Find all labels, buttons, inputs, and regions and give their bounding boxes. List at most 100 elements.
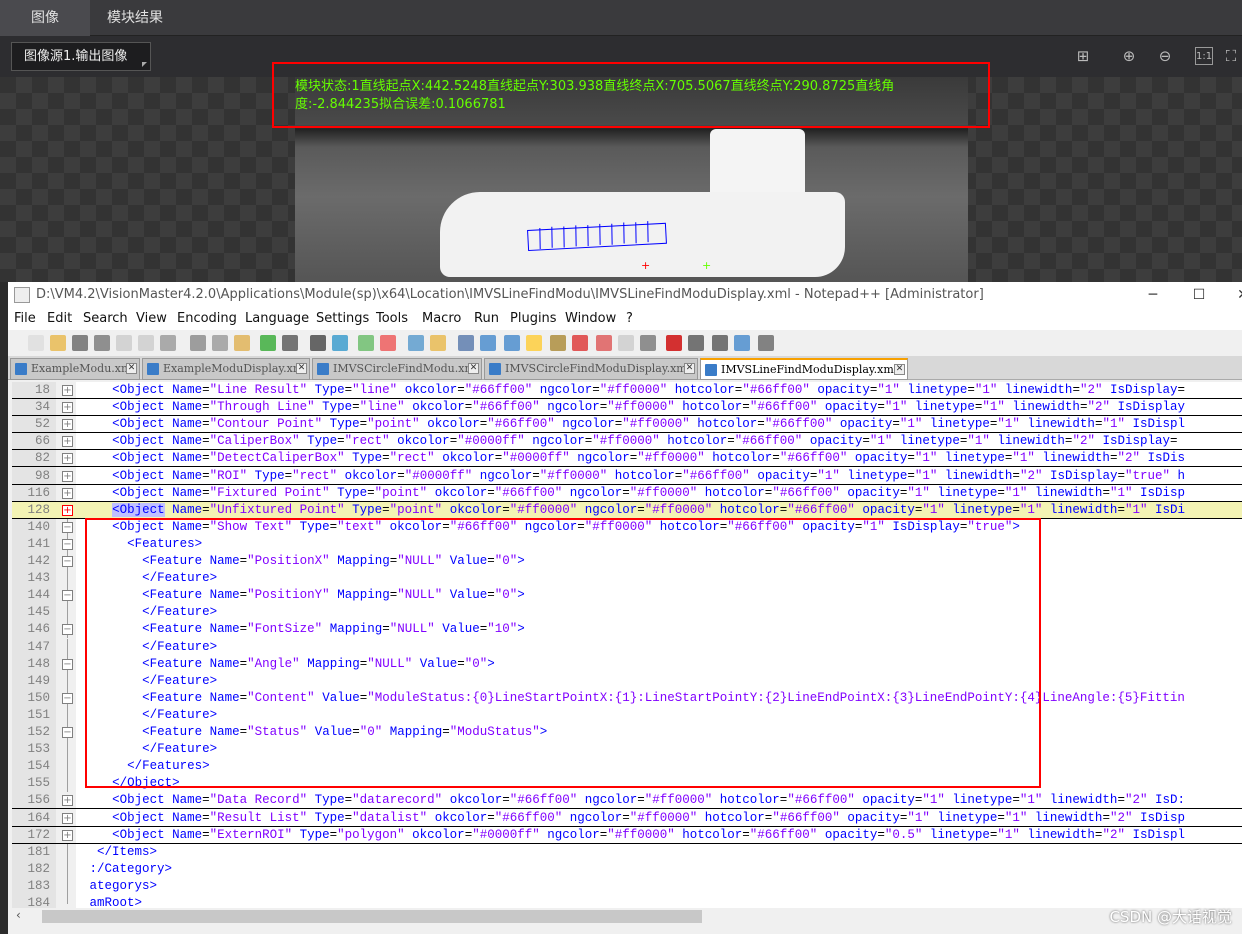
collapse-fold-icon[interactable]: − bbox=[62, 692, 73, 704]
collapse-fold-icon[interactable]: − bbox=[62, 538, 73, 550]
menu-search[interactable]: Search bbox=[83, 308, 128, 330]
file-tab[interactable]: IMVSCircleFindModu.xml ✕ bbox=[312, 358, 482, 380]
expand-fold-icon[interactable]: + bbox=[62, 453, 73, 465]
close-button[interactable]: ✕ bbox=[1220, 282, 1242, 308]
menu-settings[interactable]: Settings bbox=[316, 308, 369, 330]
expand-fold-icon[interactable]: + bbox=[62, 436, 73, 448]
menu-view[interactable]: View bbox=[136, 308, 167, 330]
toolbar-button-icon[interactable] bbox=[310, 335, 326, 351]
line-number: 154 bbox=[27, 759, 50, 774]
collapse-fold-icon[interactable]: − bbox=[62, 624, 73, 636]
menu-macro[interactable]: Macro bbox=[422, 308, 461, 330]
line-number: 164 bbox=[27, 810, 50, 825]
toolbar-button-icon[interactable] bbox=[504, 335, 520, 351]
menu-encoding[interactable]: Encoding bbox=[177, 308, 237, 330]
minimize-button[interactable]: ─ bbox=[1130, 282, 1176, 308]
toolbar-button-icon[interactable] bbox=[260, 335, 276, 351]
menu-help[interactable]: ? bbox=[626, 308, 633, 330]
toolbar-button-icon[interactable] bbox=[332, 335, 348, 351]
menu-edit[interactable]: Edit bbox=[47, 308, 72, 330]
toolbar-button-icon[interactable] bbox=[688, 335, 704, 351]
zoom-out-icon[interactable]: ⊖ bbox=[1156, 47, 1174, 65]
collapse-fold-icon[interactable]: − bbox=[62, 658, 73, 670]
expand-fold-icon[interactable]: + bbox=[62, 402, 73, 414]
toolbar-button-icon[interactable] bbox=[596, 335, 612, 351]
fit-icon[interactable]: ⊞ bbox=[1074, 47, 1092, 65]
collapse-fold-icon[interactable]: − bbox=[62, 521, 73, 533]
tab-module-result[interactable]: 模块结果 bbox=[90, 0, 180, 36]
file-tab[interactable]: ExampleModuDisplay.xml ✕ bbox=[142, 358, 310, 380]
toolbar-button-icon[interactable] bbox=[282, 335, 298, 351]
fullscreen-icon[interactable]: ⛶ bbox=[1222, 47, 1240, 65]
close-tab-icon[interactable]: ✕ bbox=[126, 363, 137, 374]
fold-line bbox=[67, 775, 68, 793]
close-tab-icon[interactable]: ✕ bbox=[684, 363, 695, 374]
scroll-left-icon[interactable]: ‹ bbox=[16, 908, 21, 922]
toolbar-button-icon[interactable] bbox=[640, 335, 656, 351]
expand-fold-icon[interactable]: + bbox=[62, 385, 73, 396]
menu-run[interactable]: Run bbox=[474, 308, 499, 330]
toolbar-button-icon[interactable] bbox=[526, 335, 542, 351]
tab-image[interactable]: 图像 bbox=[0, 0, 90, 36]
toolbar-button-icon[interactable] bbox=[550, 335, 566, 351]
toolbar-button-icon[interactable] bbox=[138, 335, 154, 351]
toolbar-button-icon[interactable] bbox=[430, 335, 446, 351]
menu-file[interactable]: File bbox=[14, 308, 36, 330]
highlight-box-code bbox=[85, 518, 1041, 788]
image-source-dropdown[interactable]: 图像源1.输出图像 bbox=[11, 42, 151, 71]
toolbar-button-icon[interactable] bbox=[72, 335, 88, 351]
collapse-fold-icon[interactable]: − bbox=[62, 727, 73, 738]
close-tab-icon[interactable]: ✕ bbox=[296, 363, 307, 374]
toolbar-button-icon[interactable] bbox=[458, 335, 474, 351]
expand-fold-icon[interactable]: + bbox=[62, 795, 73, 807]
actual-size-icon[interactable]: 1:1 bbox=[1195, 47, 1213, 65]
toolbar-button-icon[interactable] bbox=[160, 335, 176, 351]
toolbar-button-icon[interactable] bbox=[380, 335, 396, 351]
expand-fold-icon[interactable]: + bbox=[62, 487, 73, 499]
file-tab[interactable]: ExampleModu.xml ✕ bbox=[10, 358, 140, 380]
toolbar-button-icon[interactable] bbox=[618, 335, 634, 351]
file-tab[interactable]: IMVSLineFindModuDisplay.xml ✕ bbox=[700, 358, 908, 380]
fold-line bbox=[67, 877, 68, 895]
toolbar-button-icon[interactable] bbox=[358, 335, 374, 351]
menu-language[interactable]: Language bbox=[245, 308, 309, 330]
toolbar-button-icon[interactable] bbox=[666, 335, 682, 351]
toolbar-button-icon[interactable] bbox=[758, 335, 774, 351]
toolbar-button-icon[interactable] bbox=[50, 335, 66, 351]
save-disk-icon bbox=[147, 363, 159, 375]
toolbar-button-icon[interactable] bbox=[712, 335, 728, 351]
menu-window[interactable]: Window bbox=[565, 308, 616, 330]
zoom-in-icon[interactable]: ⊕ bbox=[1120, 47, 1138, 65]
toolbar-button-icon[interactable] bbox=[116, 335, 132, 351]
toolbar-button-icon[interactable] bbox=[734, 335, 750, 351]
toolbar-button-icon[interactable] bbox=[212, 335, 228, 351]
collapse-fold-icon[interactable]: − bbox=[62, 590, 73, 602]
line-number: 34 bbox=[34, 400, 50, 415]
menu-tools[interactable]: Tools bbox=[376, 308, 408, 330]
line-number: 183 bbox=[27, 878, 50, 893]
menu-plugins[interactable]: Plugins bbox=[510, 308, 557, 330]
toolbar-button-icon[interactable] bbox=[408, 335, 424, 351]
expand-fold-icon[interactable]: + bbox=[62, 829, 73, 841]
expand-fold-icon[interactable]: + bbox=[62, 504, 73, 516]
visionmaster-panel: 图像 模块结果 图像源1.输出图像 ⊞ ⊕ ⊖ 1:1 ⛶ + + 模块状态:1… bbox=[0, 0, 1242, 282]
expand-fold-icon[interactable]: + bbox=[62, 812, 73, 824]
expand-fold-icon[interactable]: + bbox=[62, 470, 73, 482]
fold-line bbox=[67, 570, 68, 588]
toolbar-button-icon[interactable] bbox=[28, 335, 44, 351]
toolbar-button-icon[interactable] bbox=[234, 335, 250, 351]
close-tab-icon[interactable]: ✕ bbox=[894, 364, 905, 375]
collapse-fold-icon[interactable]: − bbox=[62, 556, 73, 567]
line-number: 181 bbox=[27, 844, 50, 859]
horizontal-scrollbar[interactable]: ‹ bbox=[12, 908, 1234, 925]
toolbar-button-icon[interactable] bbox=[480, 335, 496, 351]
close-tab-icon[interactable]: ✕ bbox=[468, 363, 479, 374]
maximize-button[interactable]: ☐ bbox=[1176, 282, 1222, 308]
code-text: <Object Name="ExternROI" Type="polygon" … bbox=[112, 827, 1185, 842]
scrollbar-thumb[interactable] bbox=[42, 910, 702, 923]
expand-fold-icon[interactable]: + bbox=[62, 419, 73, 431]
toolbar-button-icon[interactable] bbox=[94, 335, 110, 351]
file-tab[interactable]: IMVSCircleFindModuDisplay.xml ✕ bbox=[484, 358, 698, 380]
toolbar-button-icon[interactable] bbox=[572, 335, 588, 351]
toolbar-button-icon[interactable] bbox=[190, 335, 206, 351]
